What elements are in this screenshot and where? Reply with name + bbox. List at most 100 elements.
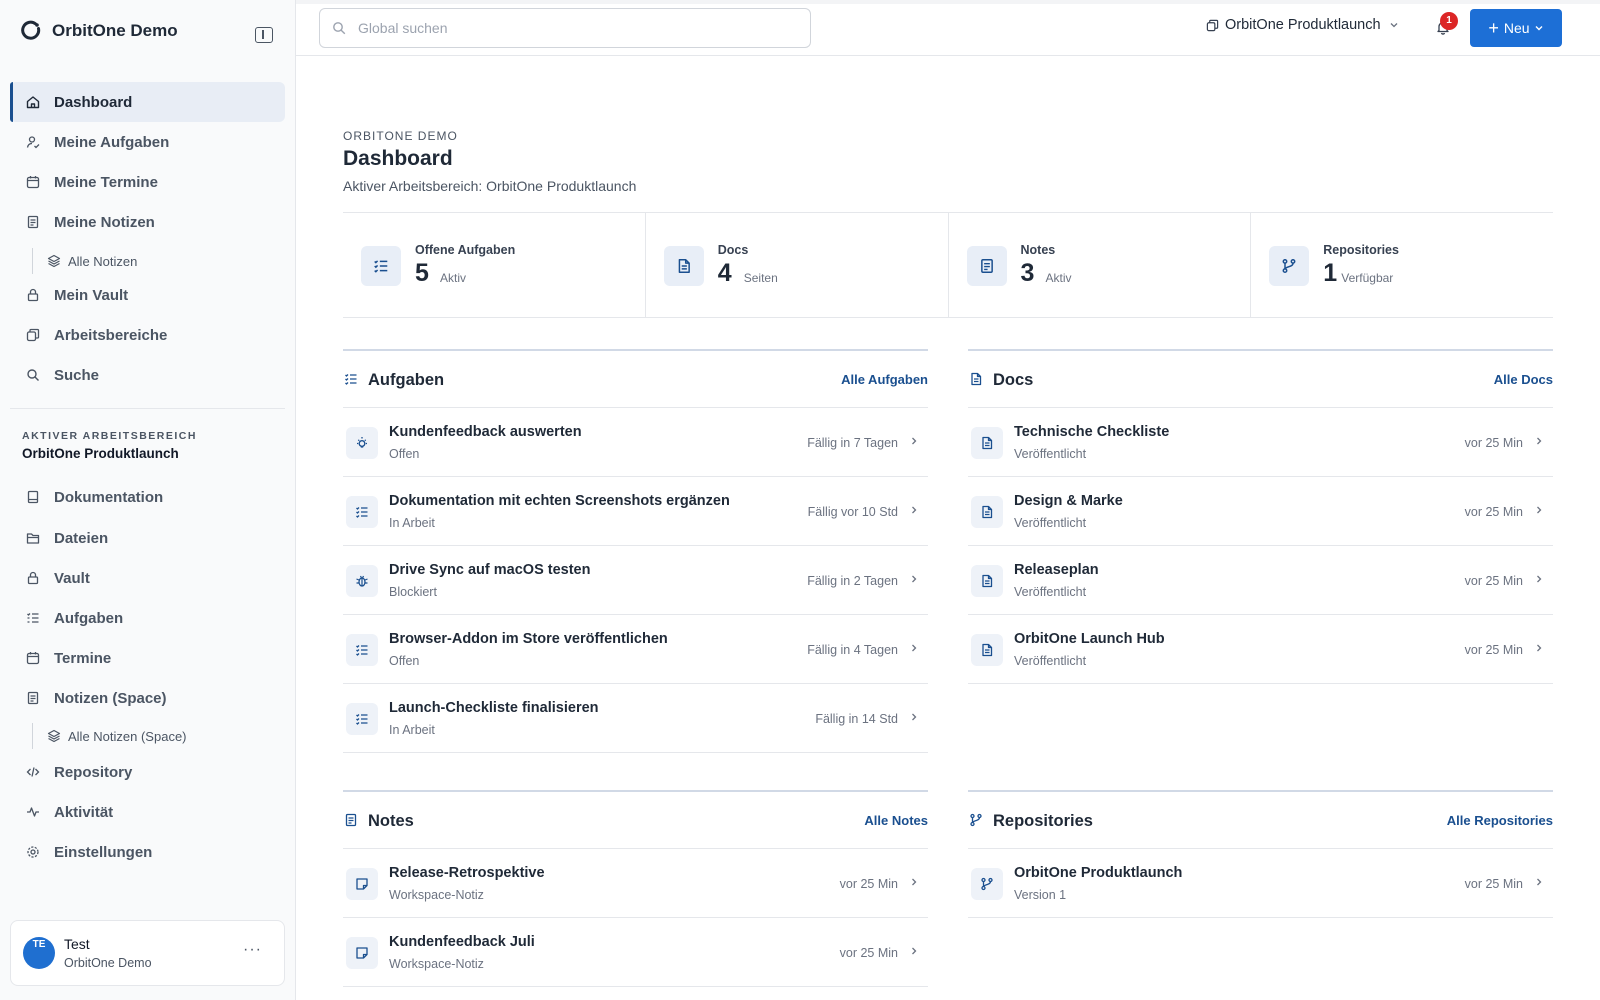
chevron-right-icon	[1537, 575, 1542, 583]
lightbulb-icon	[346, 427, 378, 459]
brand[interactable]: OrbitOne Demo	[20, 20, 178, 42]
stat-value: 1	[1323, 259, 1338, 287]
row-status: Offen	[389, 654, 420, 668]
panel-header: Notes Alle Notes	[343, 792, 928, 849]
stats-row: Offene Aufgaben 5 Aktiv Docs 4 Seiten No…	[343, 212, 1553, 318]
nav-alle-notizen[interactable]: Alle Notizen	[32, 248, 137, 274]
sticky-note-icon	[346, 937, 378, 969]
sidebar-collapse-icon[interactable]	[255, 27, 273, 43]
user-org: OrbitOne Demo	[64, 956, 152, 970]
nav-vault[interactable]: Vault	[10, 558, 285, 598]
git-branch-icon	[1269, 246, 1310, 286]
search-icon	[333, 22, 346, 35]
chevron-right-icon	[912, 437, 917, 445]
list-check-icon	[27, 613, 39, 623]
list-check-icon	[361, 246, 401, 286]
nav-dateien[interactable]: Dateien	[10, 518, 285, 558]
stat-note: Aktiv	[1045, 271, 1072, 285]
row-time: vor 25 Min	[1464, 436, 1523, 450]
doc-row[interactable]: Design & Marke Veröffentlicht vor 25 Min	[968, 477, 1553, 546]
lock-icon	[27, 288, 39, 302]
note-row[interactable]: Release-Retrospektive Workspace-Notiz vo…	[343, 849, 928, 918]
task-row[interactable]: Browser-Addon im Store veröffentlichen O…	[343, 615, 928, 684]
calendar-icon	[26, 652, 40, 665]
chevron-down-icon	[1390, 23, 1398, 28]
doc-row[interactable]: OrbitOne Launch Hub Veröffentlicht vor 2…	[968, 615, 1553, 684]
nav-arbeitsbereiche[interactable]: Arbeitsbereiche	[10, 315, 285, 355]
row-due: Fällig in 7 Tagen	[807, 436, 898, 450]
panel-header: Docs Alle Docs	[968, 351, 1553, 408]
task-row[interactable]: Dokumentation mit echten Screenshots erg…	[343, 477, 928, 546]
all-docs-link[interactable]: Alle Docs	[1494, 372, 1553, 387]
chevron-right-icon	[912, 575, 917, 583]
stat-card[interactable]: Offene Aufgaben 5 Aktiv	[343, 213, 646, 317]
workspaces-icon	[26, 328, 40, 342]
page-subtitle: Aktiver Arbeitsbereich: OrbitOne Produkt…	[343, 178, 637, 194]
global-search[interactable]	[319, 8, 811, 48]
stat-value: 5	[415, 259, 429, 287]
stat-note: Aktiv	[440, 271, 467, 285]
list-check-icon	[346, 496, 378, 528]
nav-label: Meine Aufgaben	[54, 133, 170, 151]
document-icon	[971, 496, 1003, 528]
nav-suche[interactable]: Suche	[10, 355, 285, 395]
stat-card[interactable]: Repositories 1 Verfügbar	[1251, 213, 1553, 317]
nav-label: Repository	[54, 763, 133, 781]
task-row[interactable]: Kundenfeedback auswerten Offen Fällig in…	[343, 408, 928, 477]
nav-label: Meine Notizen	[54, 213, 155, 231]
nav-meine-termine[interactable]: Meine Termine	[10, 162, 285, 202]
user-name: Test	[64, 936, 90, 952]
nav-label: Meine Termine	[54, 173, 158, 191]
doc-row[interactable]: Releaseplan Veröffentlicht vor 25 Min	[968, 546, 1553, 615]
nav-dokumentation[interactable]: Dokumentation	[10, 477, 285, 517]
nav-mein-vault[interactable]: Mein Vault	[10, 275, 285, 315]
all-tasks-link[interactable]: Alle Aufgaben	[841, 372, 928, 387]
nav-einstellungen[interactable]: Einstellungen	[10, 832, 285, 872]
chevron-right-icon	[912, 878, 917, 886]
repository-row[interactable]: OrbitOne Produktlaunch Version 1 vor 25 …	[968, 849, 1553, 918]
list-check-icon	[346, 703, 378, 735]
doc-row[interactable]: Technische Checkliste Veröffentlicht vor…	[968, 408, 1553, 477]
stat-card[interactable]: Docs 4 Seiten	[646, 213, 949, 317]
row-title: Kundenfeedback Juli	[389, 934, 535, 950]
list-check-icon	[345, 374, 357, 385]
nav-meine-aufgaben[interactable]: Meine Aufgaben	[10, 122, 285, 162]
workspace-switcher[interactable]: OrbitOne Produktlaunch	[1206, 17, 1399, 33]
new-button[interactable]: + Neu	[1470, 9, 1562, 47]
nav-repository[interactable]: Repository	[10, 752, 285, 792]
task-row[interactable]: Drive Sync auf macOS testen Blockiert Fä…	[343, 546, 928, 615]
nav-label: Dashboard	[54, 93, 133, 111]
nav-aktivitaet[interactable]: Aktivität	[10, 792, 285, 832]
stat-label: Docs	[717, 243, 749, 257]
search-input[interactable]	[358, 20, 758, 36]
nav-label: Aktivität	[54, 803, 114, 821]
workspace-name: OrbitOne Produktlaunch	[22, 446, 179, 461]
notes-panel: Notes Alle Notes Release-Retrospektive W…	[343, 790, 928, 987]
row-due: Fällig in 2 Tagen	[807, 574, 898, 588]
row-time: vor 25 Min	[839, 946, 898, 960]
nav-notizen-space[interactable]: Notizen (Space)	[10, 678, 285, 718]
tasks-panel: Aufgaben Alle Aufgaben Kundenfeedback au…	[343, 349, 928, 753]
stat-card[interactable]: Notes 3 Aktiv	[949, 213, 1252, 317]
user-card[interactable]: TE Test OrbitOne Demo ···	[10, 920, 285, 986]
row-type: Workspace-Notiz	[389, 957, 484, 971]
nav-label: Aufgaben	[54, 609, 124, 627]
note-row[interactable]: Kundenfeedback Juli Workspace-Notiz vor …	[343, 918, 928, 987]
note-icon	[27, 215, 39, 229]
row-due: Fällig in 14 Std	[815, 712, 898, 726]
nav-alle-notizen-space[interactable]: Alle Notizen (Space)	[32, 723, 187, 749]
chevron-right-icon	[1537, 644, 1542, 652]
all-notes-link[interactable]: Alle Notes	[864, 813, 928, 828]
nav-dashboard[interactable]: Dashboard	[10, 82, 285, 122]
all-repositories-link[interactable]: Alle Repositories	[1447, 813, 1553, 828]
nav-meine-notizen[interactable]: Meine Notizen	[10, 202, 285, 242]
user-menu-button[interactable]: ···	[243, 941, 262, 959]
nav-termine[interactable]: Termine	[10, 638, 285, 678]
nav-label: Dateien	[54, 529, 109, 547]
row-time: vor 25 Min	[1464, 877, 1523, 891]
nav-aufgaben[interactable]: Aufgaben	[10, 598, 285, 638]
chevron-right-icon	[912, 713, 917, 721]
task-row[interactable]: Launch-Checkliste finalisieren In Arbeit…	[343, 684, 928, 753]
chevron-right-icon	[912, 644, 917, 652]
stat-note: Verfügbar	[1341, 271, 1394, 285]
